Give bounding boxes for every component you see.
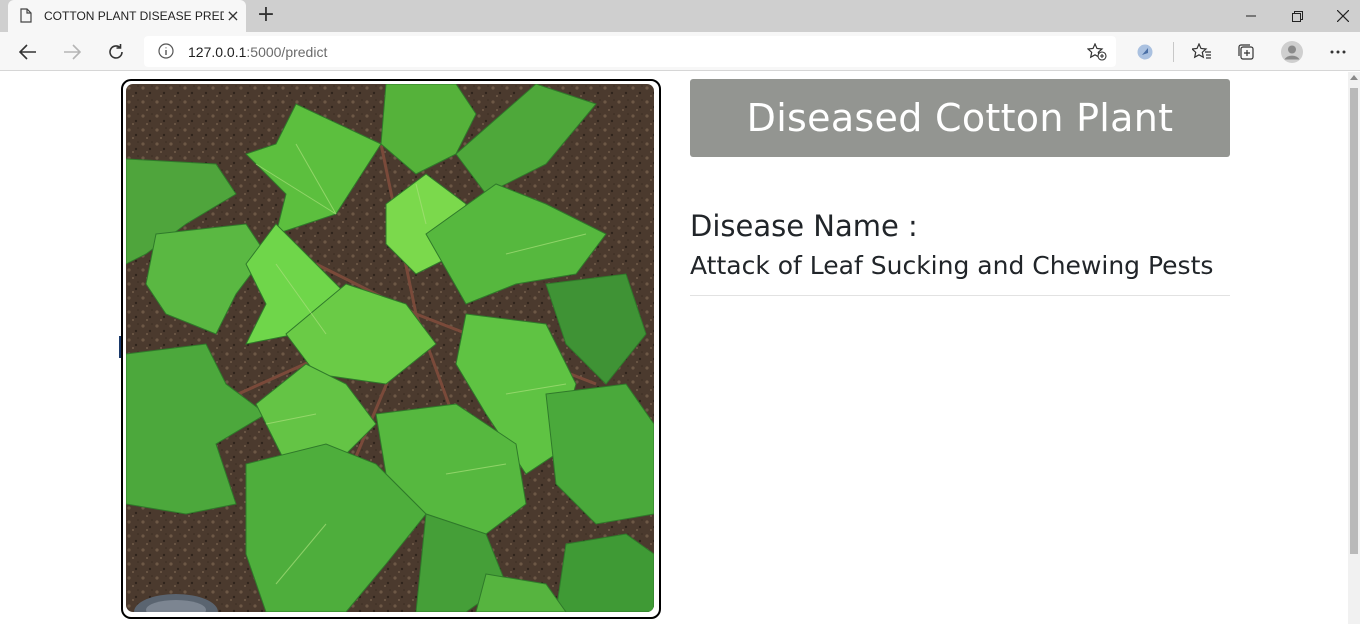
favorites-button[interactable] [1186, 36, 1218, 68]
toolbar-separator [1173, 42, 1174, 62]
scroll-up-icon[interactable] [1350, 75, 1358, 80]
close-window-button[interactable] [1320, 0, 1360, 32]
result-header: Diseased Cotton Plant [690, 79, 1230, 157]
uploaded-plant-image [121, 79, 661, 619]
restore-button[interactable] [1274, 0, 1320, 32]
back-button[interactable] [12, 36, 44, 68]
tab-close-icon[interactable]: × [224, 7, 242, 25]
back-arrow-icon [19, 44, 36, 60]
browser-tab[interactable]: COTTON PLANT DISEASE PREDICTION × [8, 0, 246, 32]
title-bar: COTTON PLANT DISEASE PREDICTION × + [0, 0, 1360, 32]
add-favorite-button[interactable] [1084, 39, 1110, 65]
page-scrollbar[interactable] [1348, 72, 1360, 624]
refresh-button[interactable] [100, 36, 132, 68]
page-icon [20, 8, 32, 27]
forward-button[interactable] [56, 36, 88, 68]
profile-button[interactable] [1276, 36, 1308, 68]
new-tab-button[interactable]: + [254, 4, 278, 28]
star-add-icon [1087, 43, 1107, 61]
address-bar[interactable]: 127.0.0.1:5000/predict [144, 36, 1116, 67]
disease-name-label: Disease Name : [690, 209, 918, 243]
favorites-icon [1192, 43, 1211, 59]
ellipsis-icon [1330, 50, 1346, 54]
restore-icon [1291, 10, 1303, 22]
url-text[interactable]: 127.0.0.1:5000/predict [188, 44, 327, 60]
site-info-icon[interactable] [158, 43, 174, 63]
page-viewport: Diseased Cotton Plant Disease Name : Att… [0, 72, 1360, 624]
forward-arrow-icon [64, 44, 81, 60]
avatar-icon [1281, 41, 1303, 63]
browser-toolbar: 127.0.0.1:5000/predict [0, 32, 1360, 71]
cotton-plant-photo [126, 84, 654, 612]
close-icon [1337, 10, 1349, 22]
more-menu-button[interactable] [1322, 36, 1354, 68]
url-host: 127.0.0.1 [188, 44, 247, 60]
url-path: :5000/predict [246, 44, 328, 60]
collections-icon [1238, 44, 1254, 60]
minimize-button[interactable] [1228, 0, 1274, 32]
divider [690, 295, 1230, 296]
tab-title: COTTON PLANT DISEASE PREDICTION [44, 9, 224, 23]
disease-name-value: Attack of Leaf Sucking and Chewing Pests [690, 251, 1214, 280]
minimize-icon [1246, 15, 1256, 17]
extension-icon [1137, 44, 1153, 60]
result-title: Diseased Cotton Plant [746, 96, 1174, 140]
refresh-icon [109, 44, 123, 59]
scrollbar-thumb[interactable] [1350, 88, 1358, 554]
collections-button[interactable] [1230, 36, 1262, 68]
extension-button[interactable] [1129, 36, 1161, 68]
